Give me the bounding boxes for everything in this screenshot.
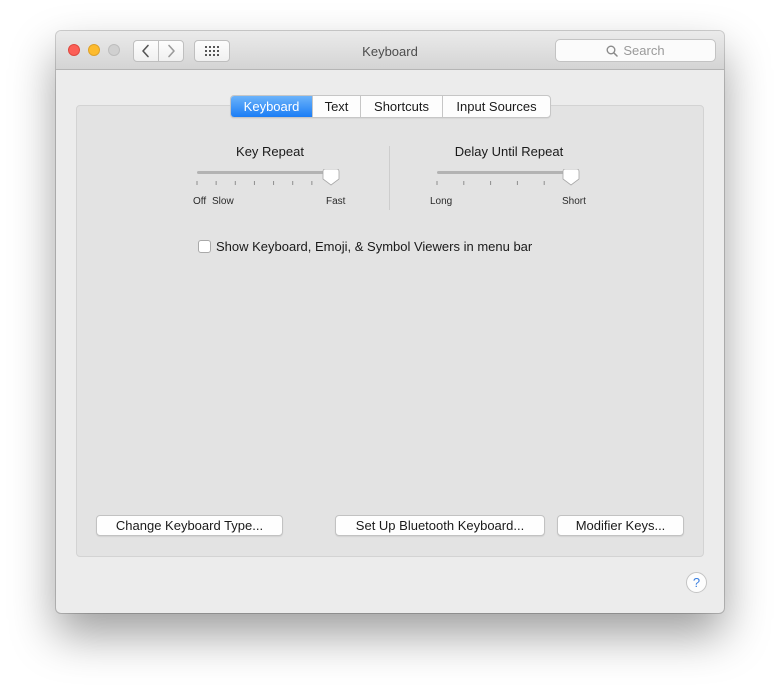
set-up-bluetooth-keyboard-button[interactable]: Set Up Bluetooth Keyboard... [335,515,545,536]
key-repeat-slow-label: Slow [212,196,234,207]
key-repeat-thumb[interactable] [322,169,340,186]
key-repeat-track [197,171,331,174]
tab-text[interactable]: Text [313,96,361,117]
key-repeat-fast-label: Fast [326,196,346,207]
tab-bar: Keyboard Text Shortcuts Input Sources [230,95,551,118]
show-viewers-checkbox[interactable] [198,240,211,253]
delay-short-label: Short [562,196,586,207]
content-panel [76,105,704,557]
title-bar: Keyboard Search [56,31,724,70]
tab-keyboard[interactable]: Keyboard [231,96,313,117]
tab-shortcuts[interactable]: Shortcuts [361,96,443,117]
modifier-keys-button[interactable]: Modifier Keys... [557,515,684,536]
show-viewers-label: Show Keyboard, Emoji, & Symbol Viewers i… [216,239,533,254]
key-repeat-label: Key Repeat [236,144,304,159]
search-field[interactable]: Search [555,39,716,62]
tab-input-sources[interactable]: Input Sources [443,96,550,117]
delay-until-repeat-thumb[interactable] [562,169,580,186]
delay-until-repeat-slider[interactable] [431,169,591,195]
keyboard-preferences-window: Keyboard Search Keyboard Text Shortcuts … [56,31,724,613]
search-icon [606,45,619,57]
show-viewers-option[interactable]: Show Keyboard, Emoji, & Symbol Viewers i… [198,239,532,254]
change-keyboard-type-button[interactable]: Change Keyboard Type... [96,515,283,536]
slider-divider [389,146,390,210]
help-button[interactable]: ? [686,572,707,593]
key-repeat-off-label: Off [193,196,207,207]
delay-long-label: Long [430,196,453,207]
search-placeholder: Search [623,43,665,58]
delay-until-repeat-track [437,171,571,174]
delay-until-repeat-label: Delay Until Repeat [454,144,564,159]
key-repeat-slider[interactable] [191,169,351,195]
